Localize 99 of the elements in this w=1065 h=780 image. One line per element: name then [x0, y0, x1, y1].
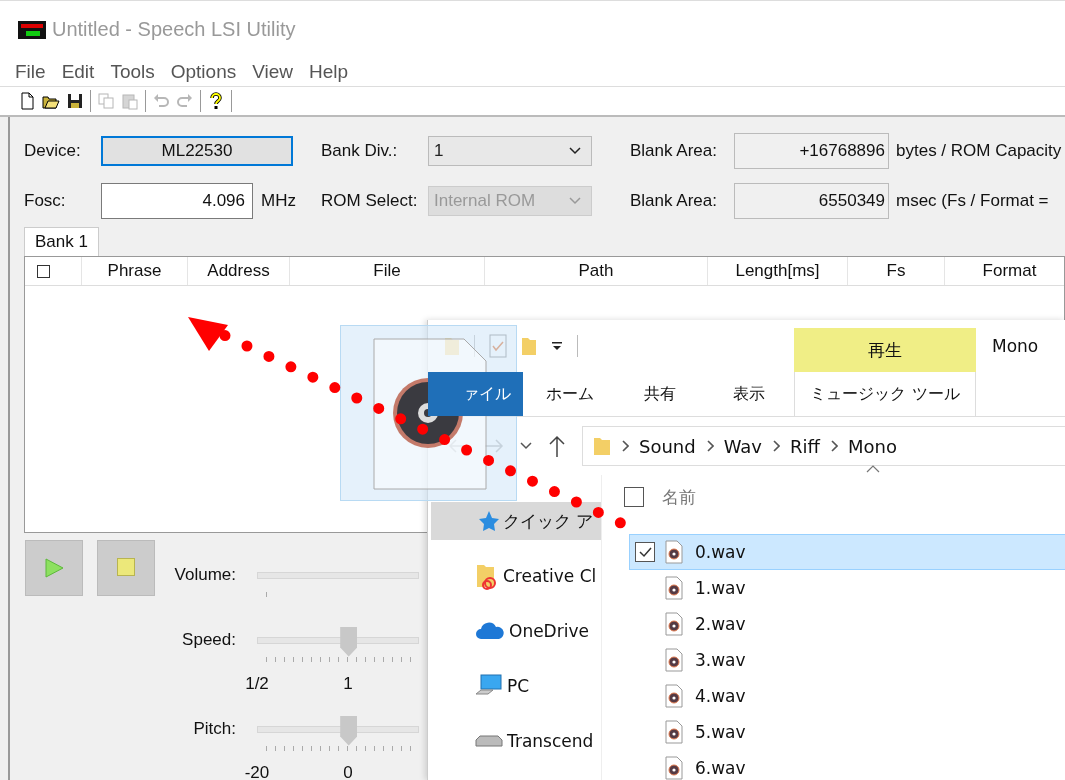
field-label: ROM Select: — [321, 191, 419, 211]
audio-file-icon — [665, 648, 683, 672]
menu-item[interactable]: File — [14, 61, 54, 83]
ribbon-tab[interactable]: ァイル — [428, 372, 523, 416]
column-header[interactable]: Length[ms] — [708, 257, 848, 285]
folder-icon[interactable] — [521, 335, 537, 357]
field-label: Bank Div.: — [321, 141, 399, 161]
audio-file-icon — [665, 540, 683, 564]
column-header[interactable]: File — [290, 257, 485, 285]
column-header[interactable]: Format — [945, 257, 1065, 285]
save-icon[interactable] — [66, 92, 84, 110]
breadcrumb[interactable]: Sound — [639, 435, 696, 457]
column-header[interactable]: Address — [188, 257, 290, 285]
breadcrumb[interactable]: Riff — [790, 435, 820, 457]
up-arrow-icon[interactable] — [548, 435, 566, 457]
file-row[interactable]: 1.wav — [629, 570, 1065, 606]
new-icon[interactable] — [18, 92, 36, 110]
nav-item[interactable]: Creative Cl — [431, 557, 601, 595]
slider-thumb[interactable] — [340, 626, 358, 657]
chevron-icon — [569, 147, 581, 155]
window-title: Mono — [992, 336, 1039, 356]
menu-item[interactable]: View — [251, 61, 302, 83]
play-icon — [44, 558, 64, 578]
cloud-icon — [475, 622, 505, 640]
chevron-right-icon — [621, 440, 629, 452]
field-label: Device: — [24, 141, 82, 161]
file-checkbox[interactable] — [635, 542, 655, 562]
unit-label: MHz — [261, 191, 296, 211]
bank-div-dropdown[interactable]: 1 — [428, 136, 592, 166]
chevron-icon — [569, 197, 581, 205]
menu-item[interactable]: Help — [308, 61, 357, 83]
audio-file-icon — [665, 720, 683, 744]
scale-label: 1/2 — [244, 674, 270, 694]
blank-area-field: +16768896 — [734, 133, 889, 169]
folder-icon — [593, 435, 611, 457]
scale-label: -20 — [243, 763, 271, 780]
nav-item[interactable]: OneDrive — [431, 612, 601, 650]
address-bar[interactable]: Sound Wav Riff Mono — [582, 426, 1065, 466]
breadcrumb[interactable]: Mono — [847, 435, 897, 457]
blank-area-field: 6550349 — [734, 183, 889, 219]
device-field[interactable]: ML22530 — [101, 136, 293, 166]
column-header[interactable]: Fs — [848, 257, 945, 285]
contextual-header: 再生 — [794, 328, 976, 372]
bank-tab[interactable]: Bank 1 — [24, 227, 99, 256]
select-all-checkbox[interactable] — [37, 264, 50, 278]
column-header[interactable]: Phrase — [82, 257, 188, 285]
chevron-right-icon — [705, 440, 714, 452]
audio-file-icon — [665, 576, 683, 600]
window-title: Untitled - Speech LSI Utility — [52, 18, 296, 41]
slider-label: Speed: — [181, 630, 236, 650]
chevron-right-icon — [772, 440, 781, 452]
menu-item[interactable]: Options — [169, 61, 245, 83]
ribbon-tab[interactable]: 表示 — [703, 372, 794, 416]
folder-icon[interactable] — [444, 335, 460, 357]
file-row[interactable]: 0.wav — [629, 534, 1065, 570]
nav-item[interactable]: Transcend — [431, 722, 601, 760]
field-label: Blank Area: — [630, 141, 718, 161]
file-row[interactable]: 5.wav — [629, 714, 1065, 750]
audio-file-icon — [665, 612, 683, 636]
unit-label: bytes / ROM Capacity — [895, 141, 1063, 161]
ribbon-tab[interactable]: ホーム — [523, 372, 617, 416]
file-row[interactable]: 6.wav — [629, 750, 1065, 780]
play-button[interactable] — [25, 540, 83, 596]
audio-file-icon — [665, 684, 683, 708]
file-row[interactable]: 2.wav — [629, 606, 1065, 642]
slider-label: Volume: — [173, 565, 236, 585]
scale-label: 1 — [342, 674, 354, 694]
monitor-icon — [475, 674, 503, 698]
chevron-right-icon — [829, 440, 838, 452]
column-header[interactable]: 名前 — [662, 485, 696, 509]
stop-icon — [117, 558, 135, 576]
column-header[interactable]: Path — [485, 257, 708, 285]
file-row[interactable]: 3.wav — [629, 642, 1065, 678]
scale-label: 0 — [342, 763, 354, 780]
chevron-icon[interactable] — [520, 442, 532, 450]
dropdown-icon[interactable] — [551, 341, 563, 351]
nav-item[interactable]: クイック ア — [431, 502, 601, 540]
menu-item[interactable]: Edit — [60, 61, 103, 83]
drive-icon — [475, 734, 503, 748]
slider-label: Pitch: — [192, 719, 236, 739]
ribbon-tab[interactable]: ミュージック ツール — [794, 372, 976, 416]
nav-item[interactable]: PC — [431, 667, 601, 705]
field-label: Fosc: — [24, 191, 67, 211]
sort-caret-icon — [866, 465, 880, 473]
help-icon[interactable] — [207, 92, 225, 110]
tick-marks — [266, 592, 267, 597]
breadcrumb[interactable]: Wav — [723, 435, 763, 457]
app-icon — [18, 20, 46, 39]
field-label: Blank Area: — [630, 191, 718, 211]
menu-item[interactable]: Tools — [109, 61, 163, 83]
slider-thumb[interactable] — [340, 715, 358, 746]
file-row[interactable]: 4.wav — [629, 678, 1065, 714]
fosc-input[interactable]: 4.096 — [101, 183, 253, 219]
checked-document-icon[interactable] — [489, 334, 507, 358]
stop-button[interactable] — [97, 540, 155, 596]
forward-icon[interactable] — [484, 438, 504, 454]
ribbon-tab[interactable]: 共有 — [617, 372, 703, 416]
unit-label: msec (Fs / Format = — [895, 191, 1050, 211]
select-all-checkbox[interactable] — [624, 487, 644, 507]
